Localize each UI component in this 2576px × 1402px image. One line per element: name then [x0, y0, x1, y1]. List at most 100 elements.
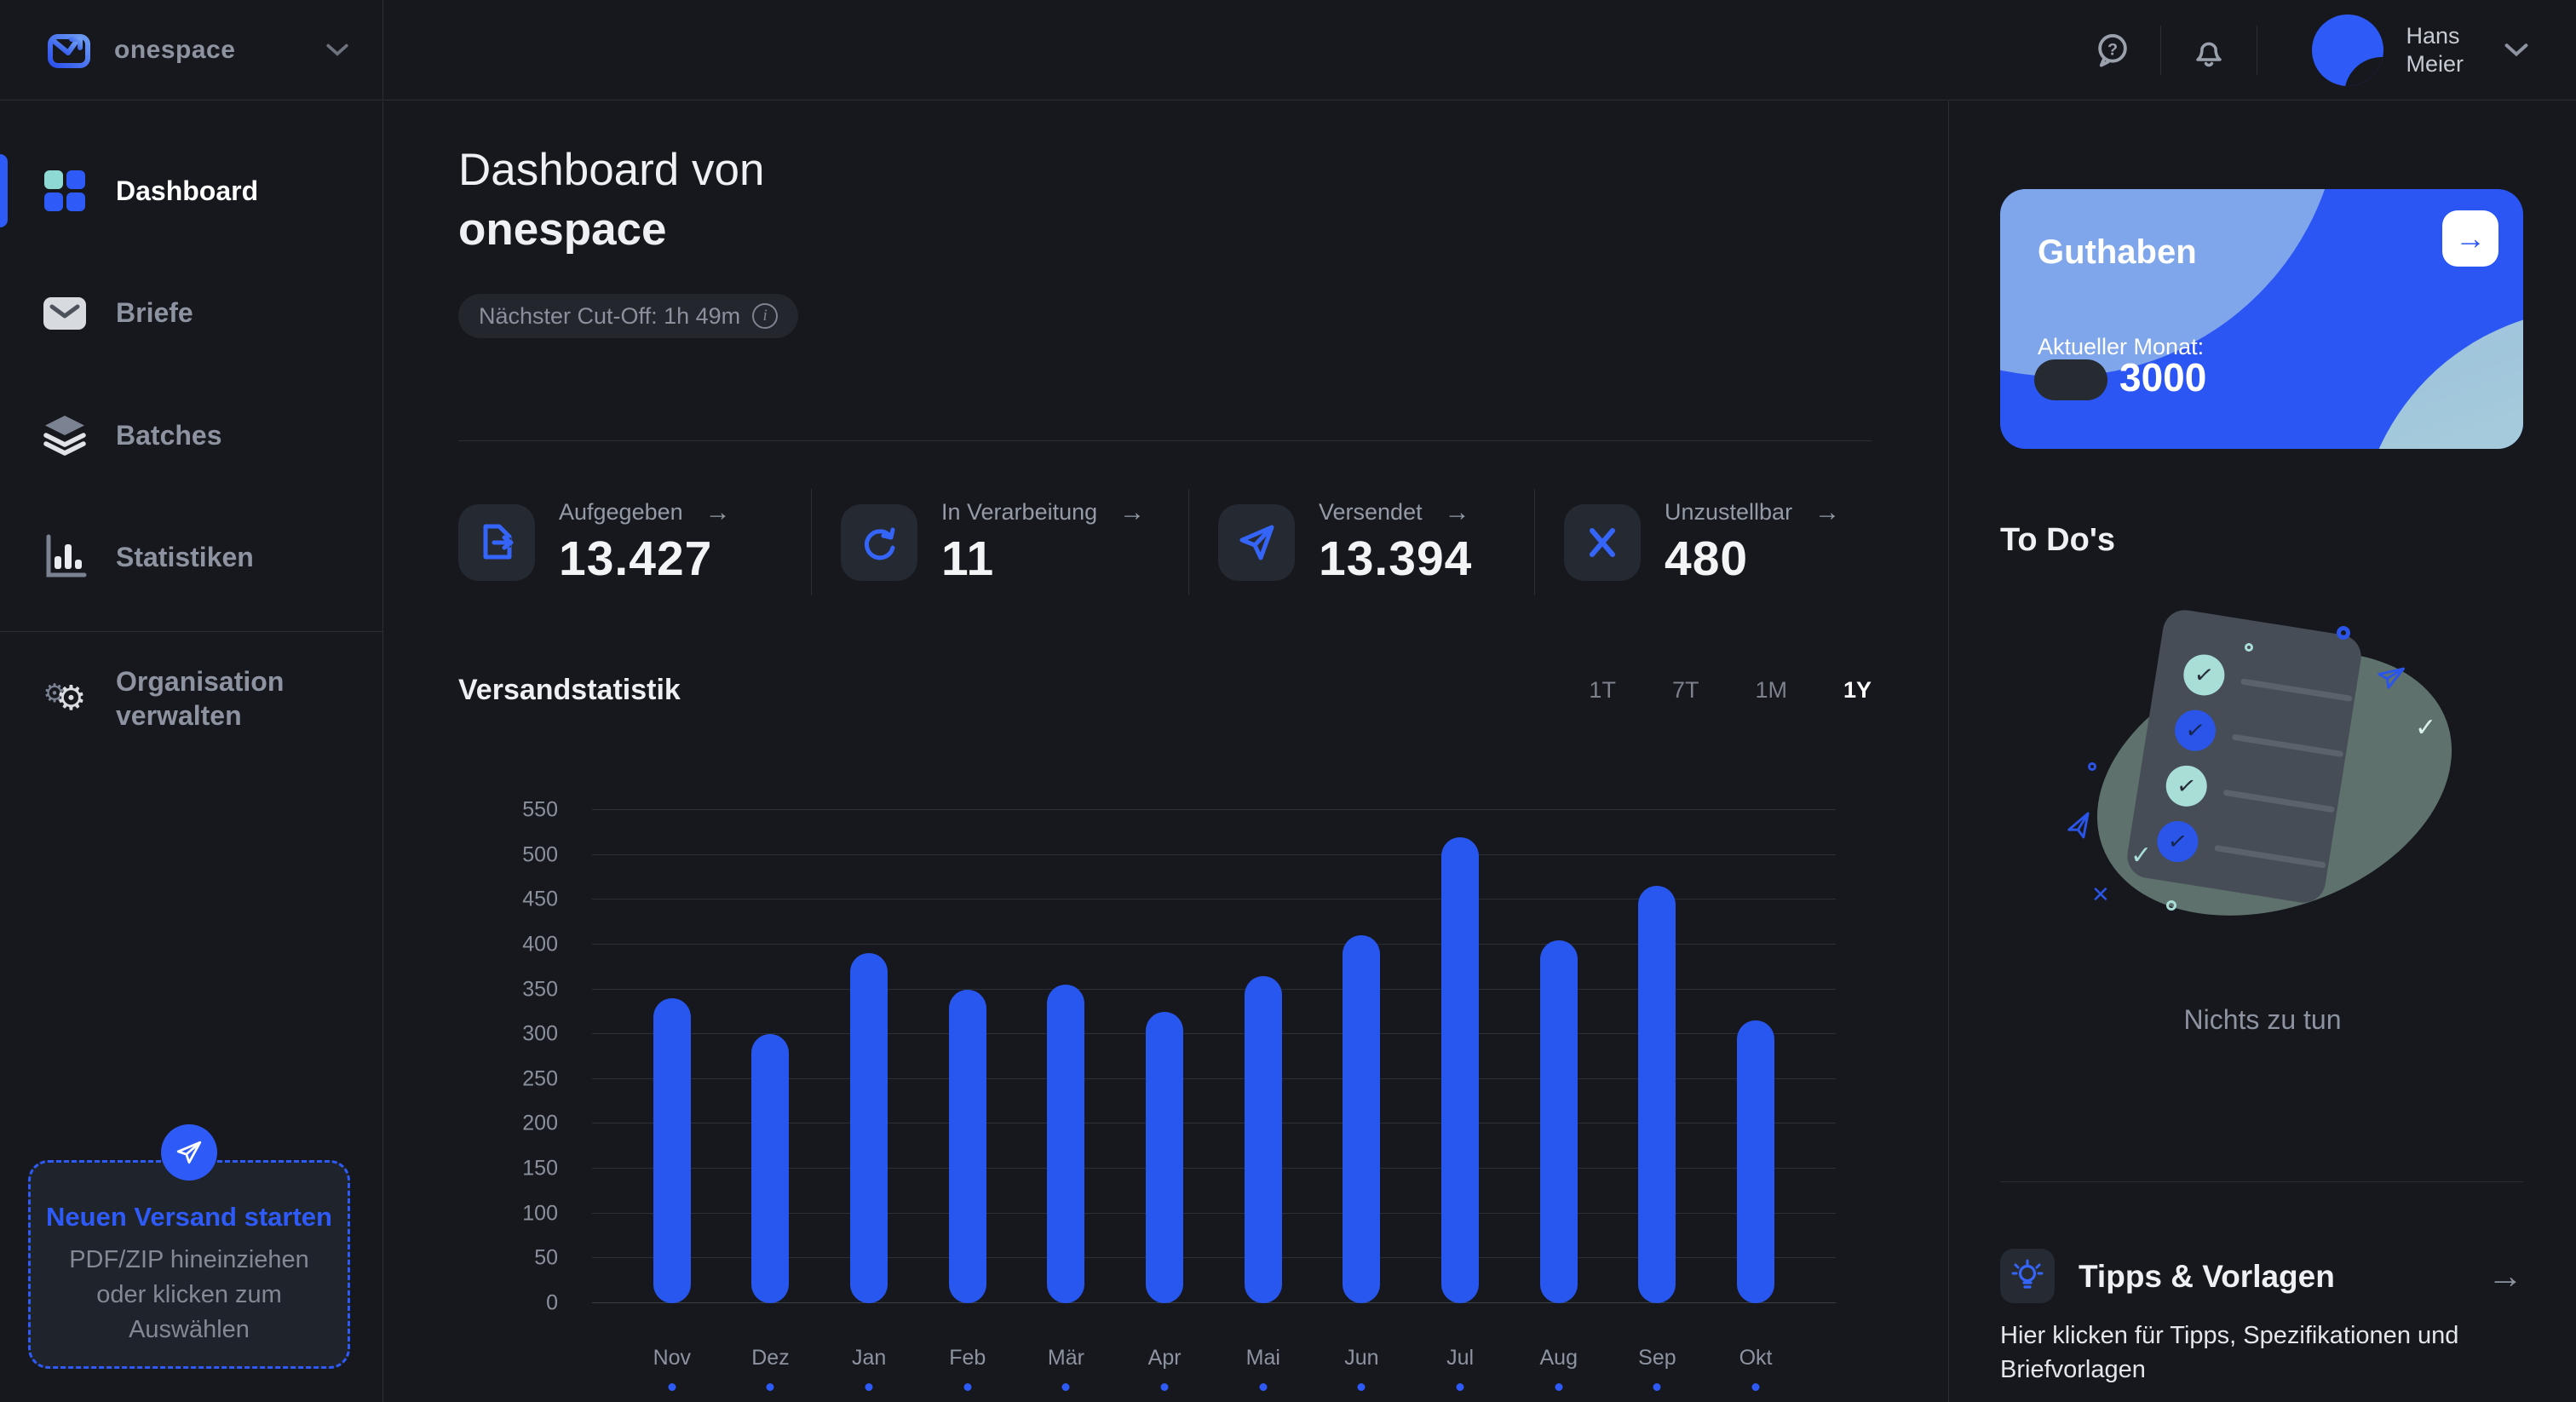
bar-nov[interactable]: [653, 998, 691, 1303]
bar-chart: 050100150200250300350400450500550 Nov De…: [592, 810, 1836, 1303]
todos-empty-illustration: ✓ ✓ ✓ ✓ ✓ ✓ ✕: [2062, 612, 2463, 919]
arrow-right-icon[interactable]: →: [1119, 498, 1145, 527]
topbar-actions: ? Hans Meier: [2090, 14, 2576, 86]
user-chevron-down-icon[interactable]: [2504, 43, 2528, 57]
bar-okt[interactable]: [1737, 1020, 1774, 1303]
bar-mär[interactable]: [1047, 985, 1084, 1303]
tab-1y[interactable]: 1Y: [1843, 677, 1872, 704]
gear-icon: ⚙: [56, 681, 87, 715]
sidebar-item-dashboard[interactable]: Dashboard: [0, 148, 382, 233]
arrow-right-icon[interactable]: →: [2487, 1255, 2523, 1296]
sidebar-item-label: Batches: [116, 418, 222, 452]
ring-icon: [2245, 643, 2253, 652]
y-axis-tick-label: 250: [481, 1066, 558, 1091]
dropzone-instruction-line: PDF/ZIP hineinziehen: [31, 1243, 348, 1278]
x-axis-dot: [1752, 1383, 1760, 1391]
x-axis-label: Aug: [1539, 1346, 1577, 1370]
sidebar-item-label: Organisation verwalten: [116, 664, 320, 733]
new-shipment-dropzone[interactable]: Neuen Versand starten PDF/ZIP hineinzieh…: [28, 1160, 350, 1369]
y-axis-tick-label: 400: [481, 932, 558, 957]
bar-column-jun: Jun: [1313, 810, 1412, 1303]
guthaben-card[interactable]: Guthaben → Aktueller Monat: 3000: [2000, 189, 2523, 449]
brand-name: onespace: [114, 36, 235, 65]
bar-apr[interactable]: [1146, 1012, 1183, 1303]
sidebar-item-label: Dashboard: [116, 174, 258, 208]
x-mark-icon: [1578, 519, 1626, 566]
sidebar-item-organisation-verwalten[interactable]: ⚙⚙ Organisation verwalten: [0, 656, 382, 741]
sidebar-item-briefe[interactable]: Briefe: [0, 270, 382, 355]
x-axis-label: Nov: [653, 1346, 691, 1370]
main-content: Dashboard von onespace Nächster Cut-Off:…: [384, 101, 1947, 1402]
file-export-icon: [473, 519, 520, 566]
todos-title: To Do's: [2000, 522, 2115, 559]
dropzone-instruction-line: Auswählen: [31, 1313, 348, 1347]
main-divider: [458, 440, 1872, 441]
paper-plane-icon: [2062, 810, 2098, 845]
tab-1t[interactable]: 1T: [1589, 677, 1616, 704]
stat-value: 11: [941, 531, 1145, 587]
bar-mai[interactable]: [1245, 976, 1282, 1303]
todos-empty-text: Nichts zu tun: [1949, 1004, 2576, 1036]
arrow-right-icon[interactable]: →: [1814, 498, 1840, 527]
bar-aug[interactable]: [1540, 940, 1578, 1303]
svg-text:?: ?: [2107, 40, 2118, 59]
paper-plane-icon: [1233, 519, 1280, 566]
dropzone-instruction-line: oder klicken zum: [31, 1278, 348, 1313]
arrow-right-icon[interactable]: →: [1445, 498, 1470, 527]
sidebar-item-batches[interactable]: Batches: [0, 393, 382, 478]
guthaben-title: Guthaben: [2038, 233, 2197, 272]
y-axis-tick-label: 100: [481, 1201, 558, 1226]
tab-7t[interactable]: 7T: [1672, 677, 1699, 704]
guthaben-arrow-button[interactable]: →: [2442, 210, 2498, 267]
tipps-description: Hier klicken für Tipps, Spezifikationen …: [2000, 1319, 2494, 1387]
x-axis-dot: [963, 1383, 971, 1391]
send-plane-icon: [161, 1124, 217, 1181]
x-axis-dot: [1259, 1383, 1267, 1391]
stat-unzustellbar: Unzustellbar → 480: [1535, 489, 1872, 595]
bar-column-mär: Mär: [1017, 810, 1116, 1303]
y-axis-tick-label: 0: [481, 1291, 558, 1316]
x-axis-label: Apr: [1148, 1346, 1182, 1370]
x-axis-label: Jul: [1446, 1346, 1474, 1370]
topbar-separator: [2160, 26, 2161, 75]
info-icon[interactable]: i: [752, 303, 778, 329]
sidebar-divider: [0, 631, 382, 632]
brand[interactable]: onespace: [0, 0, 383, 100]
bar-feb[interactable]: [949, 990, 986, 1303]
arrow-right-icon[interactable]: →: [705, 498, 731, 527]
chevron-down-icon[interactable]: [326, 43, 348, 56]
x-axis-dot: [767, 1383, 774, 1391]
check-icon: ✓: [2130, 841, 2152, 871]
right-panel: Guthaben → Aktueller Monat: 3000 To Do's…: [1948, 101, 2576, 1402]
stats-row: Aufgegeben → 13.427 In Verarbeitung → 11…: [458, 489, 1872, 595]
bar-jan[interactable]: [850, 953, 888, 1303]
layers-icon: [41, 411, 89, 459]
bar-sep[interactable]: [1638, 886, 1676, 1303]
sidebar-item-statistiken[interactable]: Statistiken: [0, 514, 382, 600]
y-axis-tick-label: 350: [481, 977, 558, 1002]
bar-jun[interactable]: [1343, 935, 1380, 1303]
refresh-icon: [855, 519, 903, 566]
stat-value: 13.394: [1319, 531, 1472, 587]
check-circle-icon: ✓: [2181, 652, 2228, 698]
bar-column-apr: Apr: [1115, 810, 1214, 1303]
bar-column-okt: Okt: [1706, 810, 1805, 1303]
y-axis-tick-label: 500: [481, 842, 558, 867]
ring-icon: [2088, 762, 2096, 771]
tab-1m[interactable]: 1M: [1755, 677, 1787, 704]
onespace-logo-icon: [46, 27, 92, 73]
avatar[interactable]: [2312, 14, 2383, 86]
ring-icon: [2166, 900, 2176, 911]
help-icon[interactable]: ?: [2090, 28, 2135, 72]
y-axis-tick-label: 450: [481, 888, 558, 912]
stat-label: Versendet: [1319, 499, 1423, 526]
bar-column-feb: Feb: [918, 810, 1017, 1303]
bell-icon[interactable]: [2187, 28, 2231, 72]
x-axis-dot: [1358, 1383, 1366, 1391]
bar-jul[interactable]: [1441, 837, 1479, 1303]
bar-column-mai: Mai: [1214, 810, 1313, 1303]
bar-dez[interactable]: [751, 1034, 789, 1303]
bars-container: Nov Dez Jan Feb Mär Apr Mai Jun Jul Aug …: [623, 810, 1805, 1303]
bar-column-jul: Jul: [1411, 810, 1509, 1303]
lightbulb-icon: [2000, 1249, 2055, 1303]
